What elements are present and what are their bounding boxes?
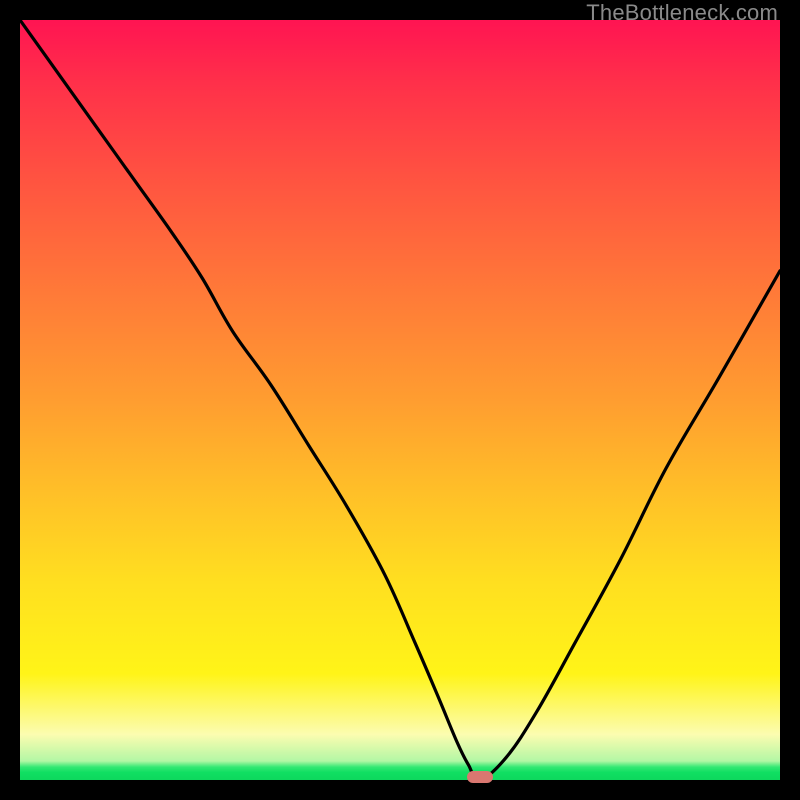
watermark-text: TheBottleneck.com (586, 0, 778, 26)
minimum-marker (467, 771, 493, 783)
bottleneck-curve (20, 20, 780, 780)
chart-frame: TheBottleneck.com (0, 0, 800, 800)
plot-area (20, 20, 780, 780)
